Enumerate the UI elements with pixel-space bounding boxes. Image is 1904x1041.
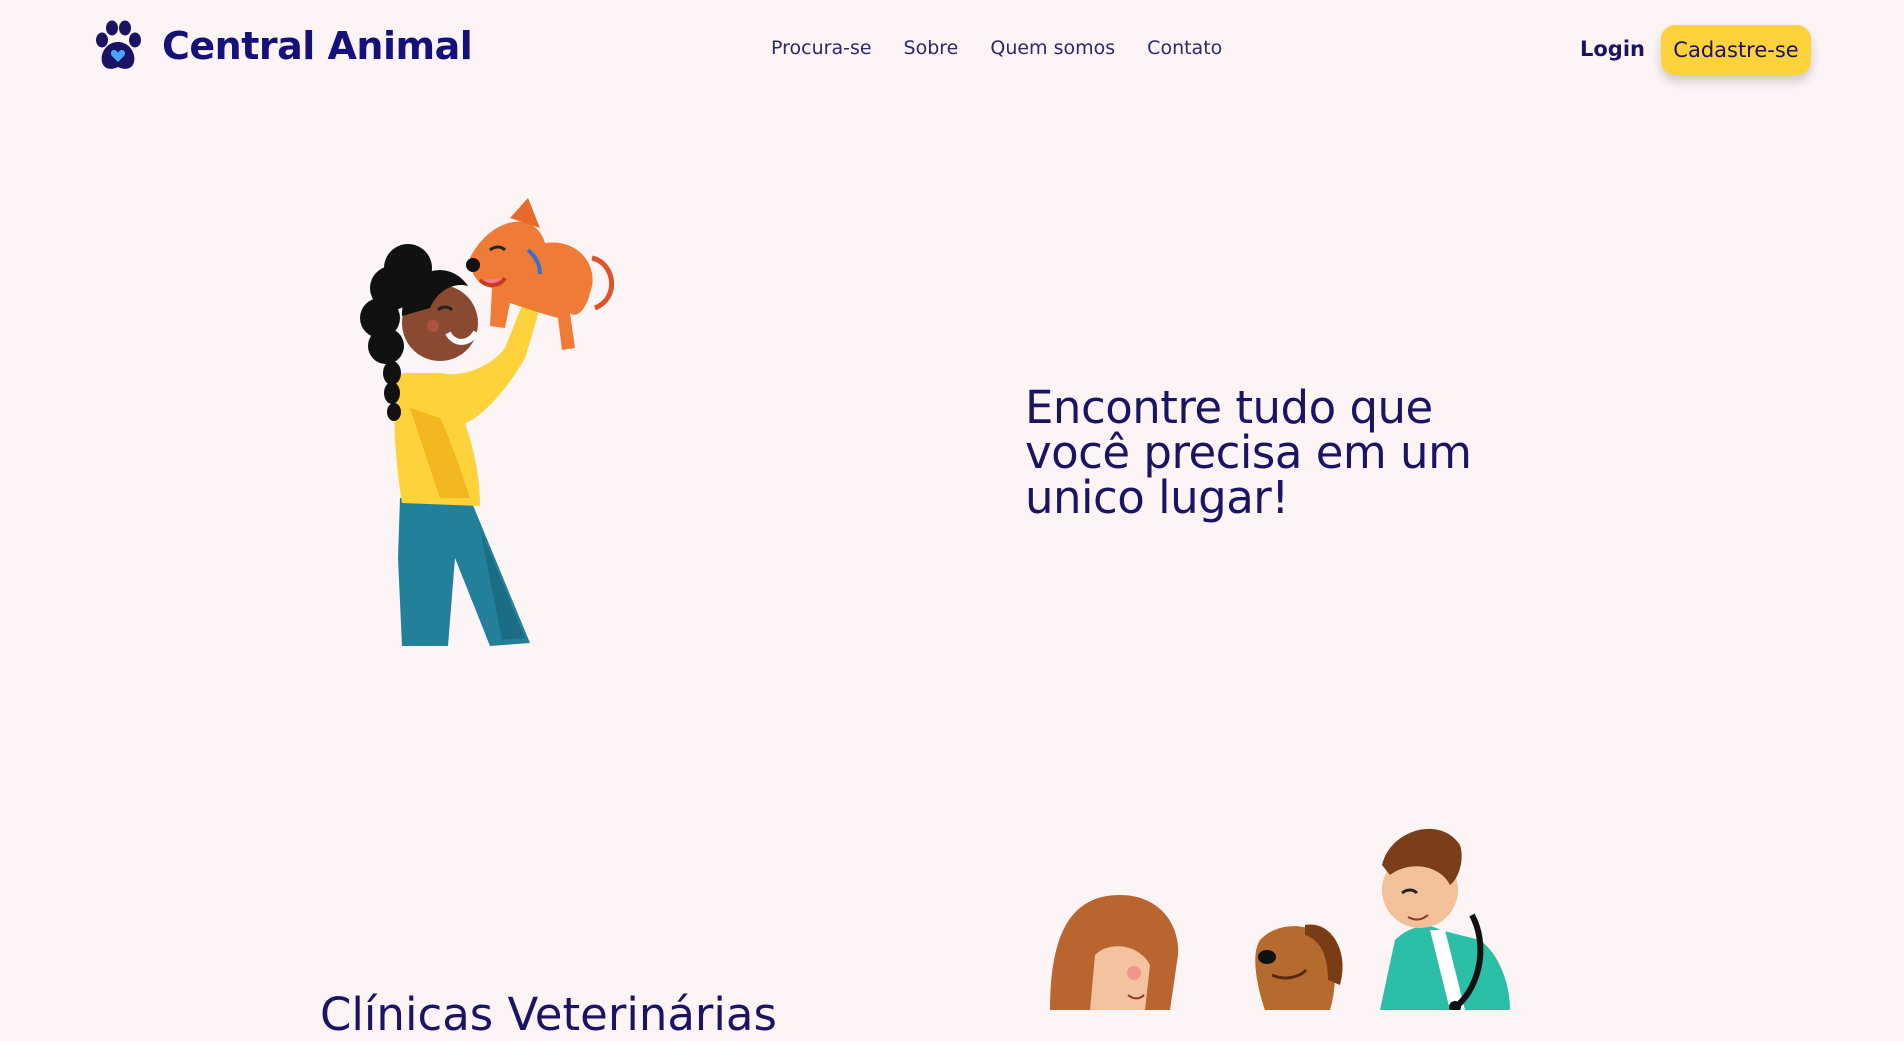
vet-with-dog-illustration — [1010, 805, 1570, 1014]
signup-button[interactable]: Cadastre-se — [1661, 25, 1811, 75]
main-nav: Procura-se Sobre Quem somos Contato — [771, 36, 1254, 60]
nav-procura-se[interactable]: Procura-se — [771, 36, 872, 60]
paw-heart-icon — [96, 20, 141, 69]
site-header: Central Animal Procura-se Sobre Quem som… — [0, 0, 1904, 100]
woman-lifting-dog-illustration — [330, 198, 650, 657]
brand-logo[interactable]: Central Animal — [92, 20, 473, 72]
section-title-clinicas: Clínicas Veterinárias — [320, 988, 777, 1041]
nav-quem-somos[interactable]: Quem somos — [990, 36, 1115, 60]
hero-title: Encontre tudo que você precisa em um uni… — [1025, 381, 1472, 524]
nav-sobre[interactable]: Sobre — [904, 36, 959, 60]
brand-name: Central Animal — [162, 24, 473, 68]
login-link[interactable]: Login — [1580, 36, 1645, 62]
nav-contato[interactable]: Contato — [1147, 36, 1222, 60]
